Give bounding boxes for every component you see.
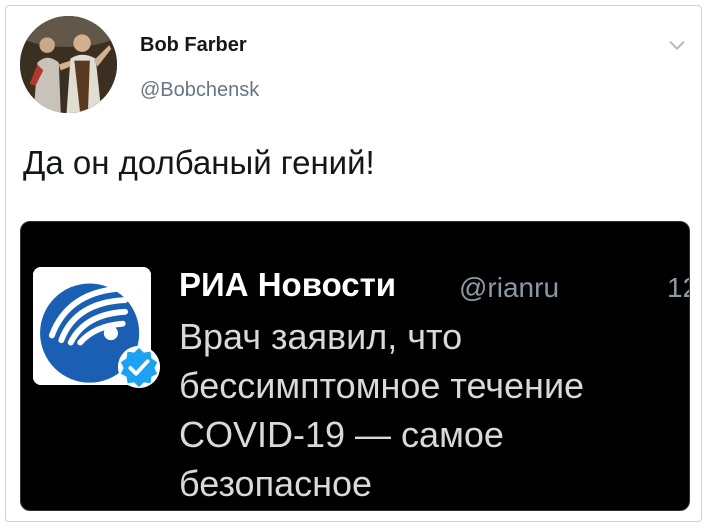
- quoted-tweet[interactable]: РИА Новости @rianru 12 Врач заявил, что …: [20, 221, 690, 511]
- quoted-author-name[interactable]: РИА Новости: [179, 266, 396, 304]
- author-name[interactable]: Bob Farber: [140, 34, 247, 57]
- verified-badge-icon: [117, 345, 161, 389]
- tweet-card: Bob Farber @Bobchensk Да он долбаный ген…: [5, 5, 702, 522]
- tweet-text: Да он долбаный гений!: [23, 144, 375, 181]
- quoted-author-handle[interactable]: @rianru: [459, 272, 559, 304]
- chevron-down-icon[interactable]: [666, 34, 688, 56]
- quoted-tweet-text: Врач заявил, что бессимптомное течение C…: [179, 316, 585, 504]
- author-handle[interactable]: @Bobchensk: [140, 79, 259, 102]
- avatar-photo-icon: [20, 16, 117, 113]
- quoted-timestamp[interactable]: 12: [667, 272, 689, 304]
- author-avatar[interactable]: [20, 16, 117, 113]
